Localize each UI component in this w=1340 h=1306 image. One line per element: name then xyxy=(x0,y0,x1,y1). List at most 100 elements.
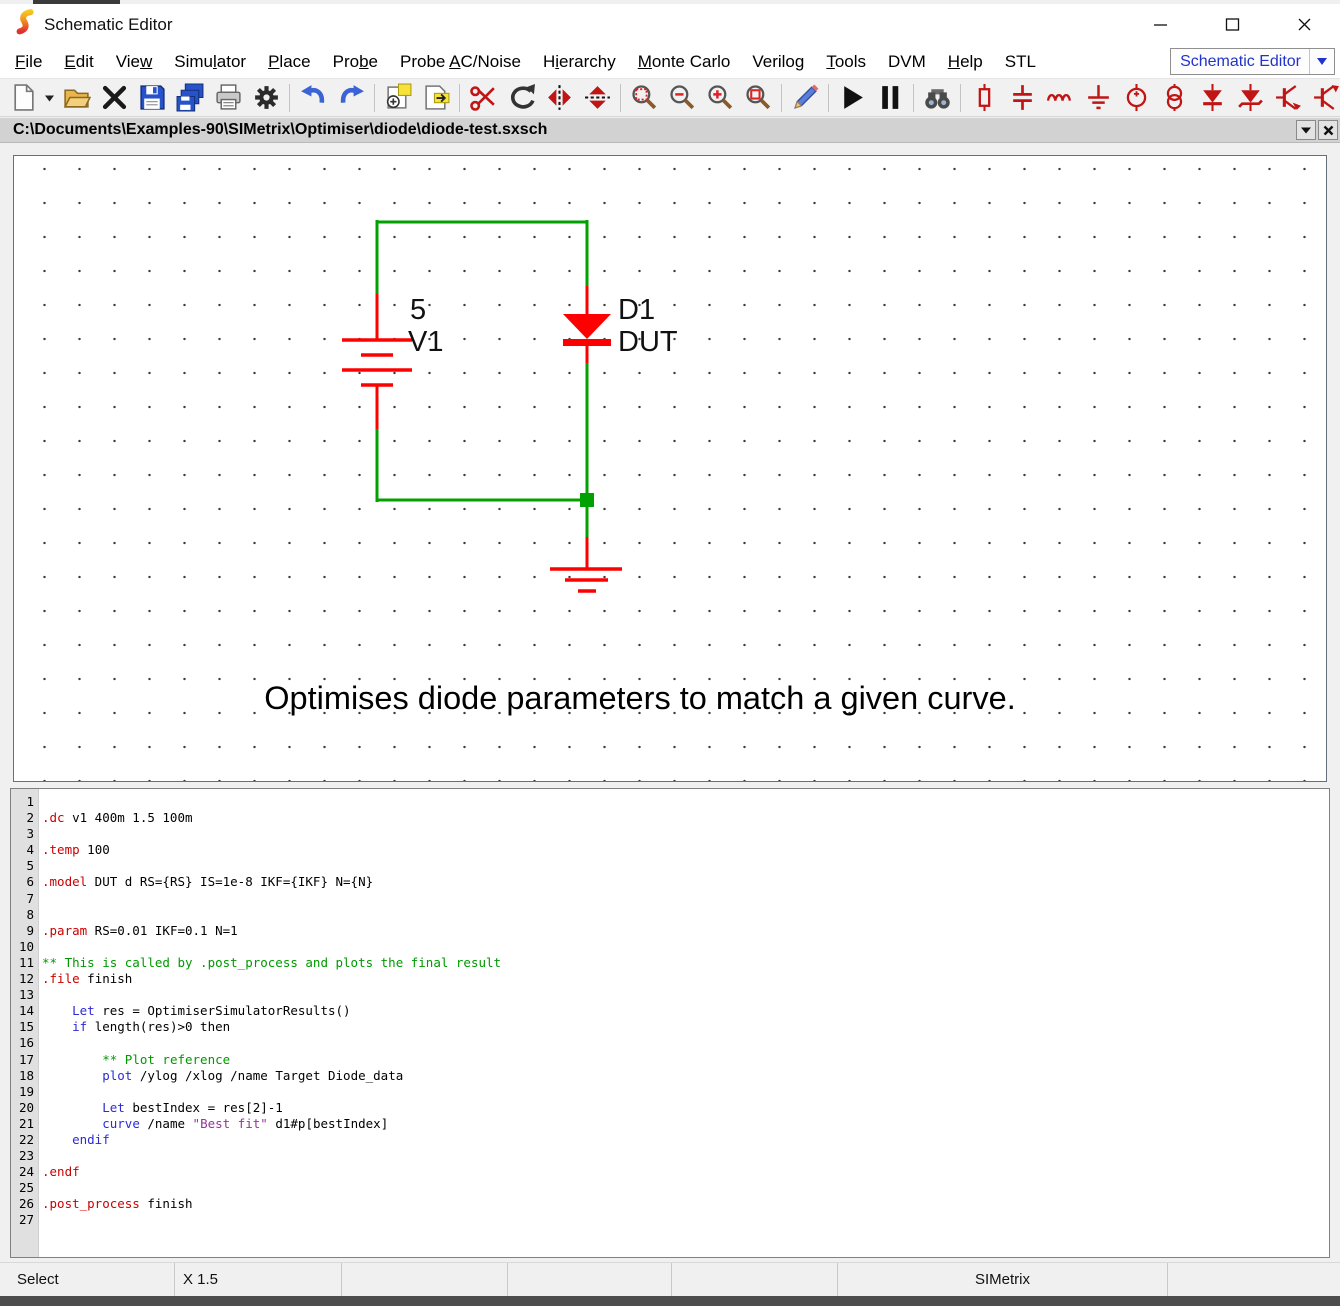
code-line[interactable]: if length(res)>0 then xyxy=(42,1019,1329,1035)
v1-ref-label[interactable]: V1 xyxy=(408,326,443,358)
mirror-button[interactable] xyxy=(540,81,578,115)
zoom-area-button[interactable] xyxy=(625,81,663,115)
menu-simulator[interactable]: Simulator xyxy=(163,52,257,72)
code-line[interactable] xyxy=(42,826,1329,842)
menu-dvm[interactable]: DVM xyxy=(877,52,937,72)
document-type-selector[interactable]: Schematic Editor xyxy=(1170,48,1335,75)
minimize-button[interactable] xyxy=(1124,4,1196,45)
code-line[interactable] xyxy=(42,1212,1329,1228)
save-button[interactable] xyxy=(133,81,171,115)
code-line[interactable]: Let bestIndex = res[2]-1 xyxy=(42,1100,1329,1116)
pause-simulation-button[interactable] xyxy=(871,81,909,115)
zoom-in-button[interactable] xyxy=(701,81,739,115)
menu-probe-ac-noise[interactable]: Probe AC/Noise xyxy=(389,52,532,72)
place-diode-button[interactable] xyxy=(1193,81,1231,115)
zoom-fit-button[interactable] xyxy=(739,81,777,115)
menu-view[interactable]: View xyxy=(105,52,164,72)
menu-help[interactable]: Help xyxy=(937,52,994,72)
code-line[interactable] xyxy=(42,907,1329,923)
cut-button[interactable] xyxy=(464,81,502,115)
new-schematic-button[interactable] xyxy=(4,81,42,115)
code-line[interactable] xyxy=(42,987,1329,1003)
code-line[interactable]: curve /name "Best fit" d1#p[bestIndex] xyxy=(42,1116,1329,1132)
place-npn-transistor-button[interactable] xyxy=(1269,81,1307,115)
code-line[interactable]: endif xyxy=(42,1132,1329,1148)
ground-symbol[interactable] xyxy=(550,537,622,591)
rotate-button[interactable] xyxy=(502,81,540,115)
code-line[interactable] xyxy=(42,794,1329,810)
menu-edit[interactable]: Edit xyxy=(53,52,104,72)
menu-verilog[interactable]: Verilog xyxy=(741,52,815,72)
code-line[interactable]: .param RS=0.01 IKF=0.1 N=1 xyxy=(42,923,1329,939)
code-line[interactable]: Let res = OptimiserSimulatorResults() xyxy=(42,1003,1329,1019)
code-line[interactable] xyxy=(42,1148,1329,1164)
place-zener-diode-icon xyxy=(1236,83,1265,112)
menu-hierarchy[interactable]: Hierarchy xyxy=(532,52,627,72)
status-cell xyxy=(508,1263,672,1296)
place-ground-button[interactable] xyxy=(1079,81,1117,115)
close-button[interactable] xyxy=(1268,4,1340,45)
menu-stl[interactable]: STL xyxy=(994,52,1047,72)
print-button[interactable] xyxy=(209,81,247,115)
wire-pencil-button[interactable] xyxy=(786,81,824,115)
redo-button[interactable] xyxy=(332,81,370,115)
code-line[interactable] xyxy=(42,1035,1329,1051)
code-line[interactable]: plot /ylog /xlog /name Target Diode_data xyxy=(42,1068,1329,1084)
place-voltage-source-button[interactable] xyxy=(1117,81,1155,115)
flip-button[interactable] xyxy=(578,81,616,115)
add-page-icon xyxy=(384,83,413,112)
schematic-canvas[interactable]: 5 V1 D1 DUT Optimises diode parameters t… xyxy=(13,155,1327,782)
zoom-out-button[interactable] xyxy=(663,81,701,115)
d1-model-label[interactable]: DUT xyxy=(618,326,678,358)
save-all-button[interactable] xyxy=(171,81,209,115)
close-sheet-button[interactable] xyxy=(1318,120,1338,140)
code-line[interactable]: ** Plot reference xyxy=(42,1052,1329,1068)
place-pnp-transistor-button[interactable] xyxy=(1307,81,1340,115)
code-lines[interactable]: .dc v1 400m 1.5 100m .temp 100 .model DUT … xyxy=(39,789,1329,1257)
code-line[interactable] xyxy=(42,1180,1329,1196)
code-line[interactable]: .post_process finish xyxy=(42,1196,1329,1212)
menu-probe[interactable]: Probe xyxy=(322,52,389,72)
open-file-button[interactable] xyxy=(57,81,95,115)
code-line[interactable] xyxy=(42,858,1329,874)
menu-tools[interactable]: Tools xyxy=(815,52,877,72)
place-capacitor-button[interactable] xyxy=(1003,81,1041,115)
v1-value-label[interactable]: 5 xyxy=(410,294,426,326)
line-number: 19 xyxy=(11,1084,38,1100)
sheet-dropdown-button[interactable] xyxy=(1296,120,1316,140)
add-page-button[interactable] xyxy=(379,81,417,115)
place-resistor-button[interactable] xyxy=(965,81,1003,115)
wires[interactable] xyxy=(377,220,587,537)
code-line[interactable]: .dc v1 400m 1.5 100m xyxy=(42,810,1329,826)
code-line[interactable]: .temp 100 xyxy=(42,842,1329,858)
d1-diode[interactable] xyxy=(563,286,611,363)
maximize-button[interactable] xyxy=(1196,4,1268,45)
code-line[interactable] xyxy=(42,1084,1329,1100)
menu-file[interactable]: File xyxy=(4,52,53,72)
run-simulation-button[interactable] xyxy=(833,81,871,115)
menu-place[interactable]: Place xyxy=(257,52,322,72)
v1-voltage-source[interactable] xyxy=(342,294,412,429)
find-part-icon xyxy=(923,83,952,112)
code-line[interactable] xyxy=(42,939,1329,955)
close-schematic-button[interactable] xyxy=(95,81,133,115)
open-file-icon xyxy=(62,83,91,112)
menu-monte-carlo[interactable]: Monte Carlo xyxy=(627,52,742,72)
line-number: 7 xyxy=(11,891,38,907)
d1-ref-label[interactable]: D1 xyxy=(618,294,655,326)
find-part-button[interactable] xyxy=(918,81,956,115)
export-page-button[interactable] xyxy=(417,81,455,115)
code-line[interactable]: ** This is called by .post_process and p… xyxy=(42,955,1329,971)
schematic-caption[interactable]: Optimises diode parameters to match a gi… xyxy=(264,680,1015,716)
code-line[interactable]: .model DUT d RS={RS} IS=1e-8 IKF={IKF} N… xyxy=(42,874,1329,890)
place-current-source-button[interactable] xyxy=(1155,81,1193,115)
place-inductor-button[interactable] xyxy=(1041,81,1079,115)
code-line[interactable]: .file finish xyxy=(42,971,1329,987)
netlist-pane[interactable]: 1234567891011121314151617181920212223242… xyxy=(10,788,1330,1258)
place-zener-diode-button[interactable] xyxy=(1231,81,1269,115)
settings-button[interactable] xyxy=(247,81,285,115)
undo-button[interactable] xyxy=(294,81,332,115)
code-line[interactable] xyxy=(42,891,1329,907)
code-line[interactable]: .endf xyxy=(42,1164,1329,1180)
new-schematic-dropdown-button[interactable] xyxy=(42,81,57,115)
